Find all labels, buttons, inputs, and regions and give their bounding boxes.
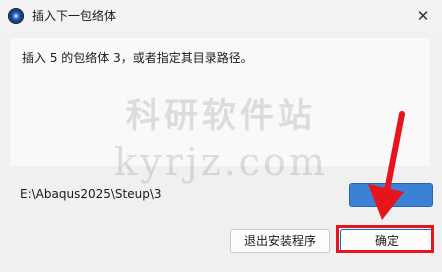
window-title: 插入下一包络体 (32, 9, 117, 23)
path-input[interactable] (14, 183, 340, 205)
message-panel: 插入 5 的包络体 3，或者指定其目录路径。 (10, 38, 430, 166)
ok-label: 确定 (374, 234, 399, 248)
browse-button-label: ... (385, 188, 397, 202)
close-button[interactable]: ✕ (404, 0, 442, 32)
exit-setup-button[interactable]: 退出安装程序 (230, 229, 330, 253)
install-dialog: 插入下一包络体 ✕ 插入 5 的包络体 3，或者指定其目录路径。 科研软件站 k… (0, 0, 442, 272)
browse-button[interactable]: ... (349, 183, 433, 207)
message-text: 插入 5 的包络体 3，或者指定其目录路径。 (22, 51, 253, 65)
app-icon (8, 8, 24, 24)
close-icon: ✕ (416, 7, 430, 25)
exit-setup-label: 退出安装程序 (243, 234, 316, 248)
title-bar: 插入下一包络体 ✕ (0, 0, 442, 32)
ok-button[interactable]: 确定 (340, 229, 434, 253)
